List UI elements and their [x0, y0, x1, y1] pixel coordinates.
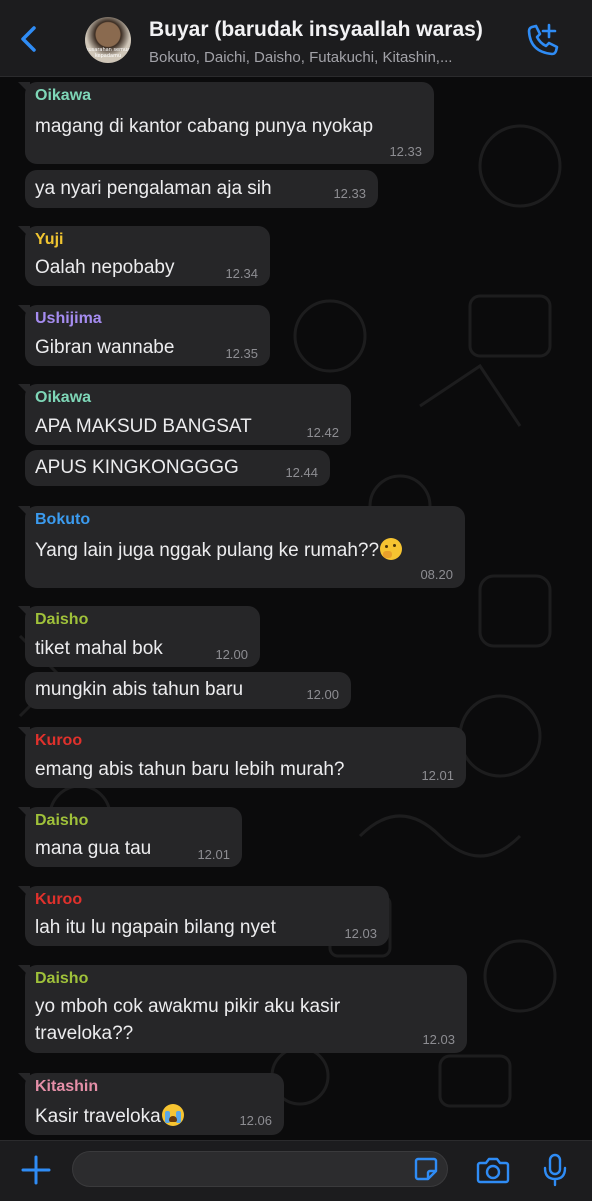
- camera-icon[interactable]: [476, 1155, 510, 1185]
- message-time: 12.00: [215, 647, 248, 662]
- message-bubble[interactable]: Daisho tiket mahal bok 12.00: [18, 606, 260, 667]
- message-text: mana gua tau: [35, 838, 152, 859]
- sender-name: Yuji: [35, 231, 64, 248]
- avatar-caption: kusarahan semua kepadamu: [85, 47, 131, 59]
- group-avatar[interactable]: kusarahan semua kepadamu: [85, 17, 131, 63]
- back-chevron-icon[interactable]: [14, 24, 44, 54]
- group-title[interactable]: Buyar (barudak insyaallah waras): [149, 18, 483, 42]
- message-time: 12.06: [239, 1113, 272, 1128]
- message-text: APUS KINGKONGGGG: [35, 457, 239, 478]
- message-input[interactable]: [87, 1158, 401, 1182]
- message-bubble[interactable]: Ushijima Gibran wannabe 12.35: [18, 305, 270, 366]
- sticker-icon[interactable]: [413, 1156, 439, 1182]
- message-time: 12.44: [285, 465, 318, 480]
- message-bubble[interactable]: Kitashin Kasir traveloka 12.06: [18, 1073, 284, 1135]
- sender-name: Bokuto: [35, 511, 91, 528]
- sender-name: Oikawa: [35, 389, 92, 406]
- message-text: yo mboh cok awakmu pikir aku kasir: [35, 996, 341, 1017]
- sender-name: Daisho: [35, 611, 89, 628]
- message-text: Yang lain juga nggak pulang ke rumah??: [35, 538, 403, 562]
- plus-icon[interactable]: [20, 1154, 52, 1186]
- message-input-box[interactable]: [72, 1151, 448, 1187]
- sender-name: Kitashin: [35, 1078, 99, 1095]
- add-call-icon[interactable]: [522, 22, 560, 58]
- message-text-content: Kasir traveloka: [35, 1106, 161, 1127]
- message-bubble[interactable]: Oikawa magang di kantor cabang punya nyo…: [18, 82, 434, 164]
- loudly-crying-face-icon: [161, 1104, 184, 1126]
- message-bubble[interactable]: Oikawa APA MAKSUD BANGSAT 12.42: [18, 384, 351, 445]
- message-text: Kasir traveloka: [35, 1104, 184, 1128]
- message-time: 12.01: [197, 847, 230, 862]
- message-time: 12.03: [344, 926, 377, 941]
- thinking-face-icon: [380, 538, 403, 560]
- message-bubble[interactable]: Daisho mana gua tau 12.01: [18, 807, 242, 867]
- message-text: traveloka??: [35, 1023, 134, 1044]
- message-time: 12.01: [421, 768, 454, 783]
- message-text: mungkin abis tahun baru: [35, 679, 244, 700]
- message-bubble[interactable]: ya nyari pengalaman aja sih 12.33: [25, 170, 378, 208]
- composer-bar: [0, 1140, 592, 1201]
- message-text: magang di kantor cabang punya nyokap: [35, 116, 374, 137]
- sender-name: Kuroo: [35, 732, 83, 749]
- sender-name: Daisho: [35, 970, 89, 987]
- message-bubble[interactable]: APUS KINGKONGGGG 12.44: [25, 450, 330, 486]
- message-text: Gibran wannabe: [35, 337, 175, 358]
- sender-name: Daisho: [35, 812, 89, 829]
- sender-name: Kuroo: [35, 891, 83, 908]
- message-time: 12.33: [389, 144, 422, 159]
- message-time: 12.33: [333, 186, 366, 201]
- chat-header: kusarahan semua kepadamu Buyar (barudak …: [0, 0, 592, 77]
- message-text: APA MAKSUD BANGSAT: [35, 416, 252, 437]
- message-time: 12.34: [225, 266, 258, 281]
- message-time: 08.20: [420, 567, 453, 582]
- message-time: 12.03: [422, 1032, 455, 1047]
- group-members[interactable]: Bokuto, Daichi, Daisho, Futakuchi, Kitas…: [149, 49, 521, 66]
- message-text: ya nyari pengalaman aja sih: [35, 178, 272, 199]
- message-list[interactable]: Oikawa magang di kantor cabang punya nyo…: [0, 76, 592, 1140]
- message-text: emang abis tahun baru lebih murah?: [35, 759, 345, 780]
- message-text-content: Yang lain juga nggak pulang ke rumah??: [35, 540, 380, 561]
- message-text: lah itu lu ngapain bilang nyet: [35, 917, 276, 938]
- message-text: tiket mahal bok: [35, 638, 163, 659]
- message-bubble[interactable]: Kuroo emang abis tahun baru lebih murah?…: [18, 727, 466, 788]
- message-time: 12.35: [225, 346, 258, 361]
- message-time: 12.00: [306, 687, 339, 702]
- message-bubble[interactable]: Yuji Oalah nepobaby 12.34: [18, 226, 270, 286]
- message-bubble[interactable]: Kuroo lah itu lu ngapain bilang nyet 12.…: [18, 886, 389, 946]
- message-bubble[interactable]: Bokuto Yang lain juga nggak pulang ke ru…: [18, 506, 465, 588]
- message-text: Oalah nepobaby: [35, 257, 175, 278]
- message-time: 12.42: [306, 425, 339, 440]
- message-bubble[interactable]: mungkin abis tahun baru 12.00: [25, 672, 351, 709]
- message-bubble[interactable]: Daisho yo mboh cok awakmu pikir aku kasi…: [18, 965, 467, 1053]
- sender-name: Oikawa: [35, 87, 92, 104]
- sender-name: Ushijima: [35, 310, 102, 327]
- microphone-icon[interactable]: [542, 1153, 568, 1187]
